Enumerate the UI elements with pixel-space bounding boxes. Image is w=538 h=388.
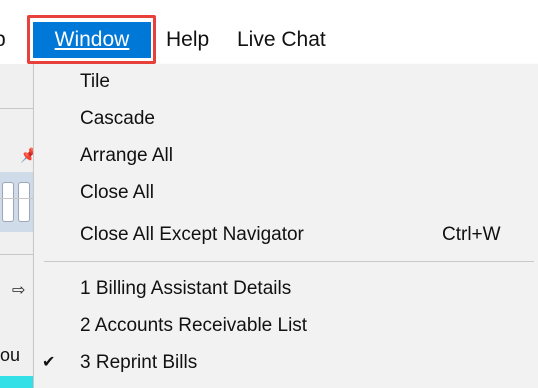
shortcut-label: Ctrl+W (442, 224, 501, 245)
menu-help[interactable]: Help (166, 22, 209, 58)
divider (0, 108, 33, 109)
menu-item-close-all-except-navigator[interactable]: Close All Except Navigator Ctrl+W (34, 218, 538, 252)
checkmark-icon: ✔ (42, 354, 56, 371)
menu-item-label: Tile (80, 71, 110, 92)
menu-item-cascade[interactable]: Cascade (34, 102, 538, 136)
menu-item-window-3[interactable]: ✔ 3 Reprint Bills (34, 346, 538, 380)
background-field (2, 182, 14, 222)
menu-window-label: Window (54, 28, 130, 51)
window-menu-dropdown: Tile Cascade Arrange All Close All Close… (33, 64, 538, 388)
menu-live-chat[interactable]: Live Chat (237, 22, 326, 58)
background-window-strip: 📌 ⇨ ou (0, 64, 37, 388)
menu-item-label: 3 Reprint Bills (80, 352, 198, 373)
menu-item-window-1[interactable]: 1 Billing Assistant Details (34, 272, 538, 306)
menu-item-label: 1 Billing Assistant Details (80, 278, 292, 299)
menu-item-label: Close All Except Navigator (80, 224, 304, 245)
arrow-right-icon[interactable]: ⇨ (12, 280, 25, 300)
divider (0, 254, 33, 255)
menu-live-chat-label: Live Chat (237, 28, 326, 51)
background-cyan-row (0, 376, 33, 388)
menu-help-label: Help (166, 28, 210, 51)
menu-item-window-2[interactable]: 2 Accounts Receivable List (34, 309, 538, 343)
menu-item-arrange-all[interactable]: Arrange All (34, 139, 538, 173)
menu-separator (44, 261, 534, 262)
menu-window[interactable]: Window (33, 22, 151, 58)
menu-item-label: Arrange All (80, 145, 173, 166)
menu-item-label: Cascade (80, 108, 155, 129)
background-field (18, 182, 30, 222)
menu-file-partial[interactable]: p (0, 22, 16, 58)
background-text: ou (0, 345, 21, 365)
divider (0, 198, 33, 199)
menu-item-label: 2 Accounts Receivable List (80, 315, 308, 336)
menu-item-tile[interactable]: Tile (34, 65, 538, 99)
menu-item-label: Close All (80, 182, 154, 203)
menu-item-close-all[interactable]: Close All (34, 176, 538, 210)
